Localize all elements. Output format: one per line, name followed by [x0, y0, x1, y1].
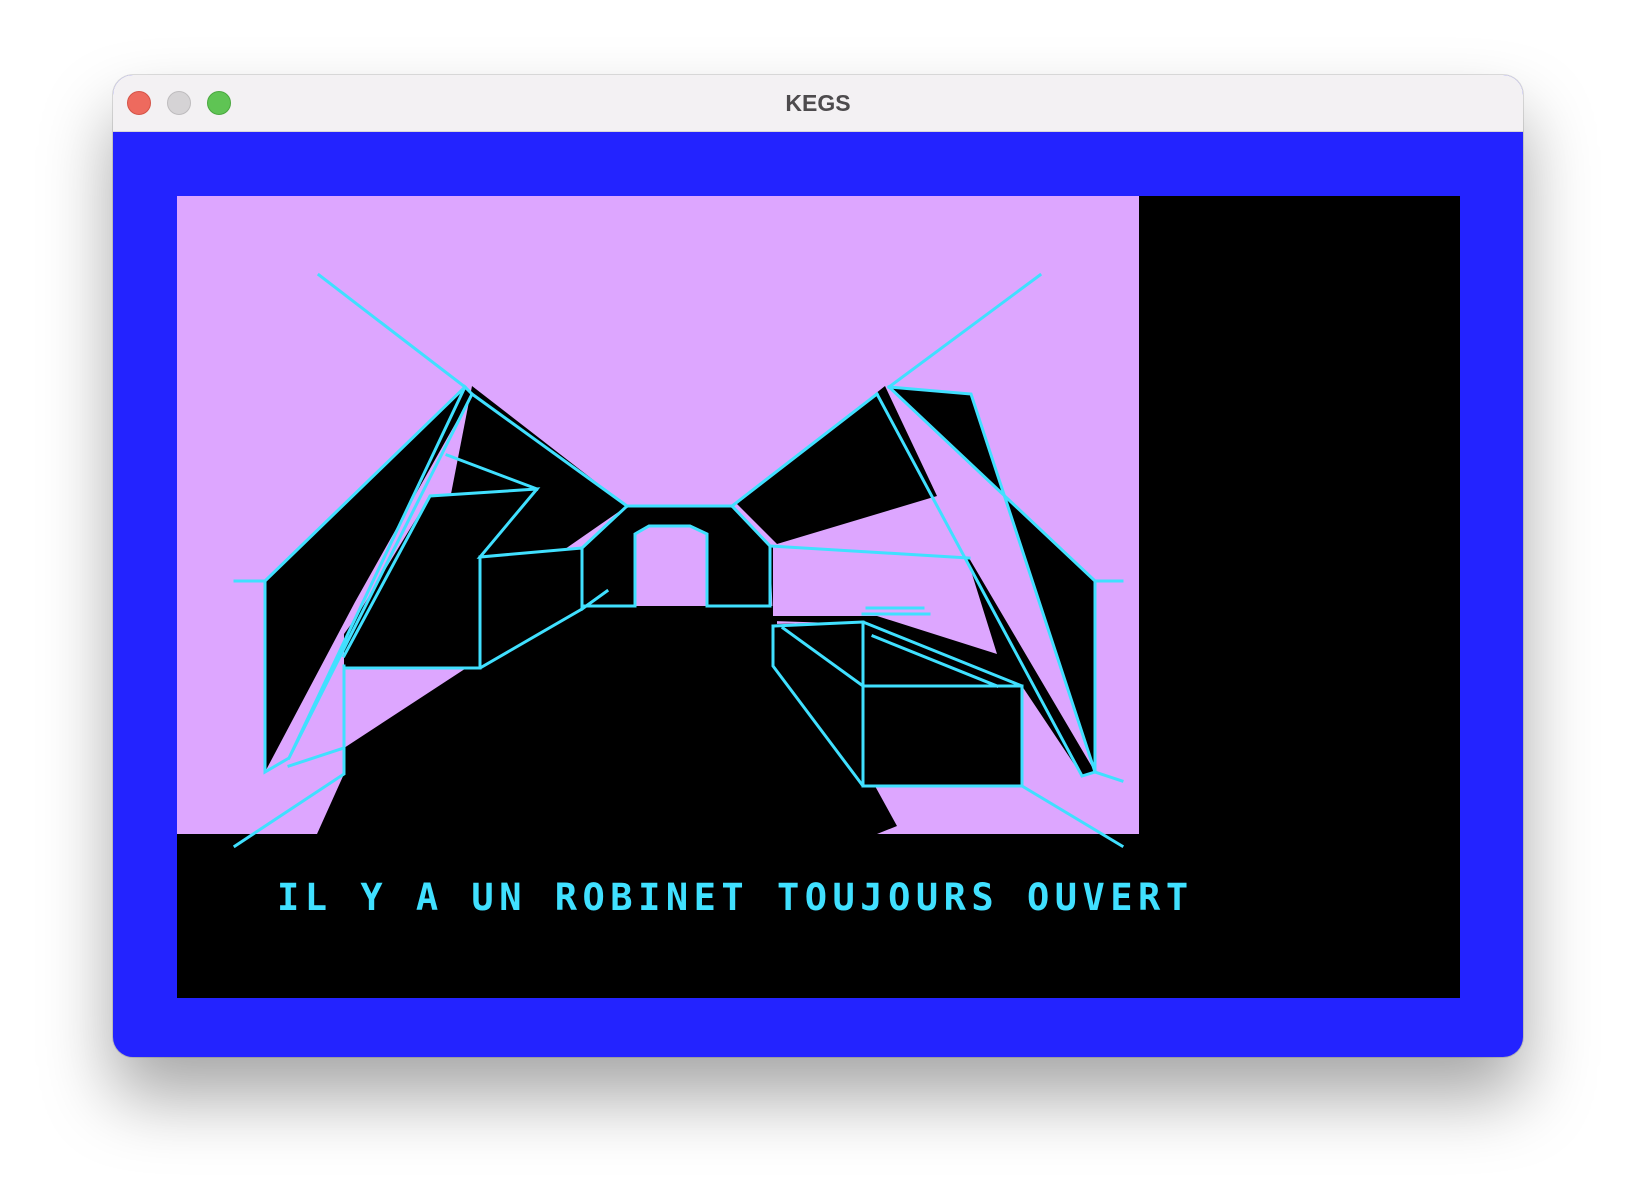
window-title: KEGS [785, 90, 851, 116]
emulator-window: KEGS IL Y A UN ROBINET TOUJOURS OUVERT [113, 75, 1523, 1057]
game-message: IL Y A UN ROBINET TOUJOURS OUVERT [277, 876, 1194, 919]
title-bar[interactable]: KEGS [113, 75, 1523, 132]
emulator-screen[interactable]: IL Y A UN ROBINET TOUJOURS OUVERT [177, 196, 1460, 998]
